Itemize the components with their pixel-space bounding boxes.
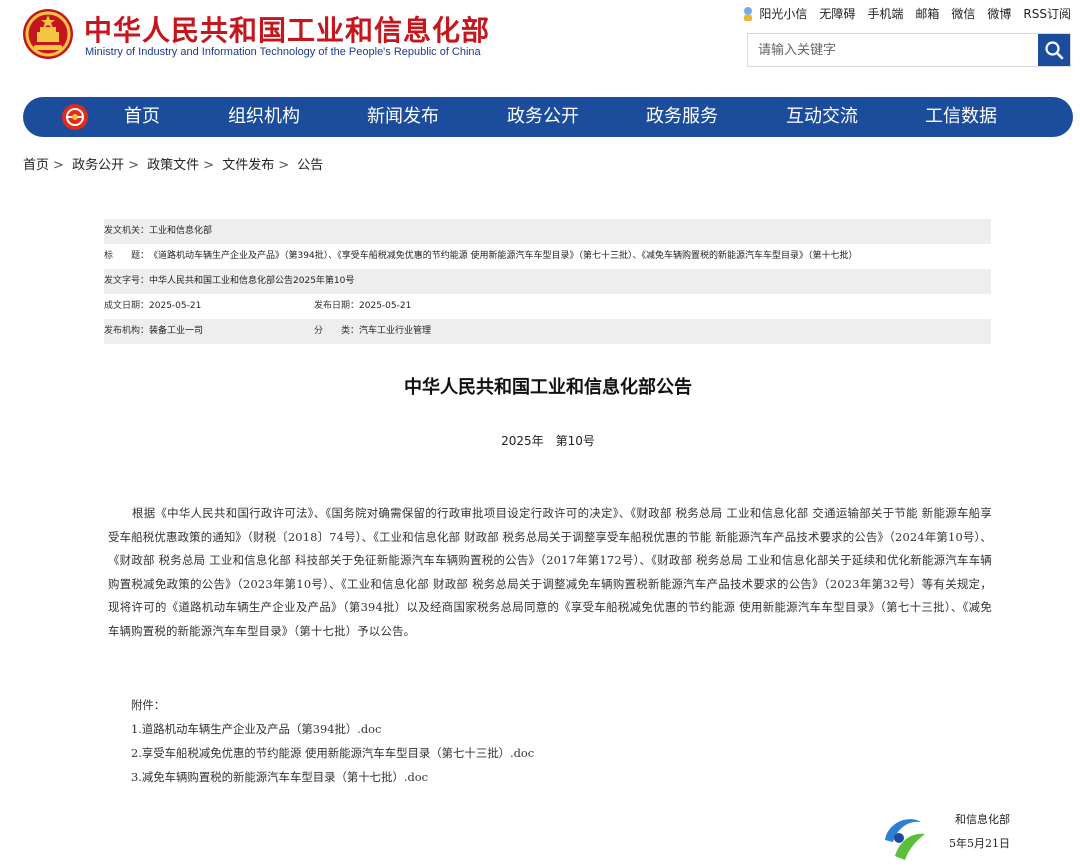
breadcrumb: 首页 > 政务公开 > 政策文件 > 文件发布 > 公告: [23, 154, 323, 173]
meta-title: 《道路机动车辆生产企业及产品》（第394批）、《享受车船税减免优惠的节约能源 使…: [149, 251, 858, 261]
meta-row-agency: 发布机构：装备工业一司 分 类：汽车工业行业管理: [104, 319, 991, 344]
site-header: 中华人民共和国工业和信息化部 Ministry of Industry and …: [0, 0, 1080, 90]
nav-item-interaction[interactable]: 互动交流: [786, 97, 858, 137]
search-icon: [1045, 41, 1064, 60]
top-link-accessibility[interactable]: 无障碍: [819, 5, 855, 22]
top-link-wechat[interactable]: 微信: [951, 5, 975, 22]
meta-label: 发文机关：: [104, 226, 150, 236]
attachment-link[interactable]: 2.享受车船税减免优惠的节约能源 使用新能源汽车车型目录（第七十三批）.doc: [131, 741, 534, 765]
meta-category-cell: 分 类：汽车工业行业管理: [314, 319, 431, 344]
attachment-link[interactable]: 3.减免车辆购置税的新能源汽车车型目录（第十七批）.doc: [131, 765, 534, 789]
search-bar: [747, 33, 1071, 67]
meta-created-date: 2025-05-21: [149, 301, 202, 311]
document-number: 2025年 第10号: [501, 434, 595, 448]
meta-row-title: 标 题： 《道路机动车辆生产企业及产品》（第394批）、《享受车船税减免优惠的节…: [104, 244, 991, 269]
meta-row-dates: 成文日期：2025-05-21 发布日期：2025-05-21: [104, 294, 991, 319]
nav-item-government-affairs[interactable]: 政务公开: [507, 97, 579, 137]
site-subtitle: Ministry of Industry and Information Tec…: [85, 46, 481, 58]
site-title[interactable]: 中华人民共和国工业和信息化部: [84, 9, 490, 49]
meta-label: 标 题：: [104, 251, 150, 261]
meta-agency: 装备工业一司: [149, 326, 204, 336]
meta-created-cell: 成文日期：2025-05-21: [104, 294, 314, 319]
breadcrumb-document-release[interactable]: 文件发布: [222, 158, 274, 173]
meta-category: 汽车工业行业管理: [359, 326, 432, 336]
breadcrumb-separator: >: [53, 158, 64, 173]
document-title: 中华人民共和国工业和信息化部公告: [404, 377, 692, 398]
meta-published-date: 2025-05-21: [359, 301, 412, 311]
miit-logo-icon[interactable]: [61, 103, 89, 131]
top-link-label: 阳光小信: [759, 7, 808, 21]
meta-row-doc-number: 发文字号： 中华人民共和国工业和信息化部公告2025年第10号: [104, 269, 991, 294]
nav-item-data[interactable]: 工信数据: [925, 97, 997, 137]
attachment-link[interactable]: 1.道路机动车辆生产企业及产品（第394批）.doc: [131, 717, 534, 741]
top-links: 阳光小信 无障碍 手机端 邮箱 微信 微博 RSS订阅: [729, 5, 1071, 22]
breadcrumb-government-affairs[interactable]: 政务公开: [72, 158, 124, 173]
breadcrumb-announcement[interactable]: 公告: [297, 158, 323, 173]
sunshine-assistant-icon: [744, 6, 753, 21]
search-input[interactable]: [748, 34, 1038, 66]
main-nav: 首页 组织机构 新闻发布 政务公开 政务服务 互动交流 工信数据: [23, 97, 1073, 137]
breadcrumb-separator: >: [128, 158, 139, 173]
meta-label: 发布日期：: [314, 301, 360, 311]
attachments-heading: 附件：: [131, 698, 166, 712]
meta-label: 分 类：: [314, 326, 360, 336]
breadcrumb-separator: >: [203, 158, 215, 173]
document-body: 根据《中华人民共和国行政许可法》、《国务院对确需保留的行政审批项目设定行政许可的…: [108, 506, 992, 638]
breadcrumb-separator: >: [278, 158, 290, 173]
breadcrumb-policy-documents[interactable]: 政策文件: [147, 158, 199, 173]
breadcrumb-home[interactable]: 首页: [23, 158, 49, 173]
top-link-weibo[interactable]: 微博: [987, 5, 1011, 22]
meta-label: 发文字号：: [104, 276, 150, 286]
nav-item-news[interactable]: 新闻发布: [367, 97, 439, 137]
top-link-sunshine[interactable]: 阳光小信: [741, 5, 807, 22]
meta-label: 发布机构：: [104, 326, 150, 336]
meta-published-cell: 发布日期：2025-05-21: [314, 294, 411, 319]
meta-row-issuer: 发文机关： 工业和信息化部: [104, 219, 991, 244]
document-meta-table: 发文机关： 工业和信息化部 标 题： 《道路机动车辆生产企业及产品》（第394批…: [104, 219, 991, 344]
nav-item-home[interactable]: 首页: [124, 97, 160, 137]
meta-issuer: 工业和信息化部: [149, 226, 213, 236]
attachments: 附件： 1.道路机动车辆生产企业及产品（第394批）.doc 2.享受车船税减免…: [131, 693, 534, 789]
meta-agency-cell: 发布机构：装备工业一司: [104, 319, 314, 344]
meta-label: 成文日期：: [104, 301, 150, 311]
top-link-mobile[interactable]: 手机端: [867, 5, 903, 22]
national-emblem-icon[interactable]: [22, 8, 74, 60]
nav-item-organization[interactable]: 组织机构: [228, 97, 300, 137]
search-button[interactable]: [1038, 34, 1070, 66]
top-link-mail[interactable]: 邮箱: [915, 5, 939, 22]
meta-doc-number: 中华人民共和国工业和信息化部公告2025年第10号: [149, 276, 355, 286]
assistant-float-icon[interactable]: [877, 810, 931, 864]
nav-item-services[interactable]: 政务服务: [646, 97, 718, 137]
top-link-rss[interactable]: RSS订阅: [1023, 5, 1071, 22]
